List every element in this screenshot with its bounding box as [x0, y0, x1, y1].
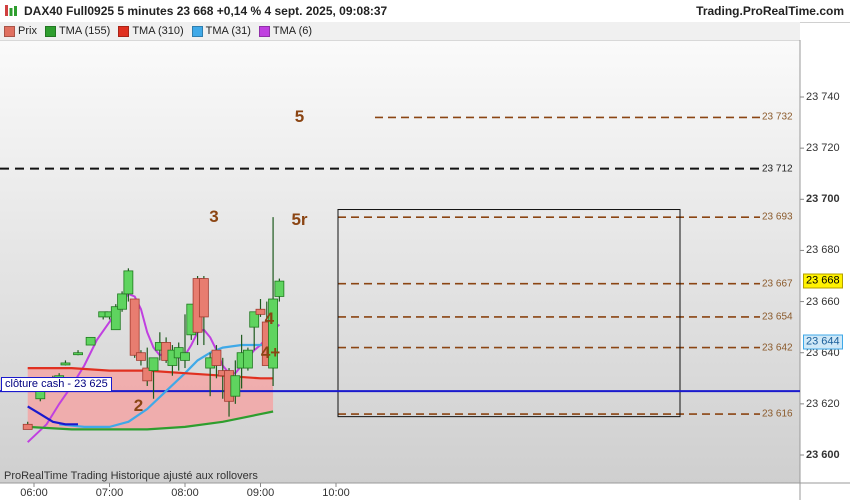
- candle-body: [148, 357, 159, 372]
- candle-body: [129, 298, 140, 356]
- candle[interactable]: [243, 347, 253, 371]
- price-chart[interactable]: [0, 0, 850, 500]
- x-tick-label: 10:00: [322, 487, 350, 499]
- y-tick-label: 23 620: [806, 397, 840, 410]
- candle-body: [180, 352, 190, 361]
- candle-body: [274, 280, 285, 297]
- candle-body: [123, 270, 134, 295]
- y-tick-label: 23 600: [806, 449, 840, 461]
- x-tick-label: 08:00: [171, 487, 199, 499]
- candle-body: [136, 352, 146, 361]
- x-tick-label: 06:00: [20, 487, 48, 499]
- x-tick-label: 07:00: [95, 487, 124, 499]
- candle-body: [22, 423, 33, 430]
- candle-body: [85, 336, 96, 346]
- y-tick-label: 23 660: [806, 295, 840, 308]
- level-price-label: 23 654: [762, 311, 793, 323]
- wave-label[interactable]: 5r: [291, 210, 307, 230]
- wave-label[interactable]: 3: [209, 207, 218, 227]
- level-price-label: 23 616: [762, 408, 793, 420]
- price-tag: 23 644: [803, 334, 843, 350]
- candle[interactable]: [85, 336, 96, 346]
- wave-label[interactable]: 4: [265, 309, 274, 329]
- wave-label[interactable]: 4+: [261, 343, 280, 363]
- candle-body: [211, 349, 222, 366]
- y-tick-label: 23 700: [806, 193, 840, 206]
- wave-label[interactable]: 5: [295, 107, 304, 127]
- candle-body: [117, 293, 127, 310]
- wave-label[interactable]: 2: [134, 396, 143, 416]
- y-tick-label: 23 680: [806, 244, 840, 257]
- y-tick-label: 23 740: [806, 91, 840, 103]
- candle-body: [198, 278, 209, 318]
- level-price-label: 23 667: [762, 278, 793, 290]
- candle-body: [73, 352, 83, 356]
- level-price-label: 23 642: [762, 342, 793, 354]
- candle-body: [60, 362, 71, 366]
- level-price-label: 23 712: [762, 163, 793, 175]
- candle-body: [230, 375, 241, 397]
- x-tick-label: 09:00: [246, 487, 275, 499]
- price-tag: 23 668: [803, 273, 843, 289]
- footer-note: ProRealTime Trading Historique ajusté au…: [4, 470, 258, 482]
- candle[interactable]: [117, 291, 127, 312]
- y-tick-label: 23 720: [806, 142, 840, 155]
- candle-body: [243, 349, 253, 369]
- level-price-label: 23 693: [762, 211, 793, 223]
- cash-close-label: clôture cash - 23 625: [1, 377, 112, 393]
- level-price-label: 23 732: [762, 111, 793, 123]
- candle[interactable]: [129, 298, 140, 358]
- candle-body: [110, 306, 121, 331]
